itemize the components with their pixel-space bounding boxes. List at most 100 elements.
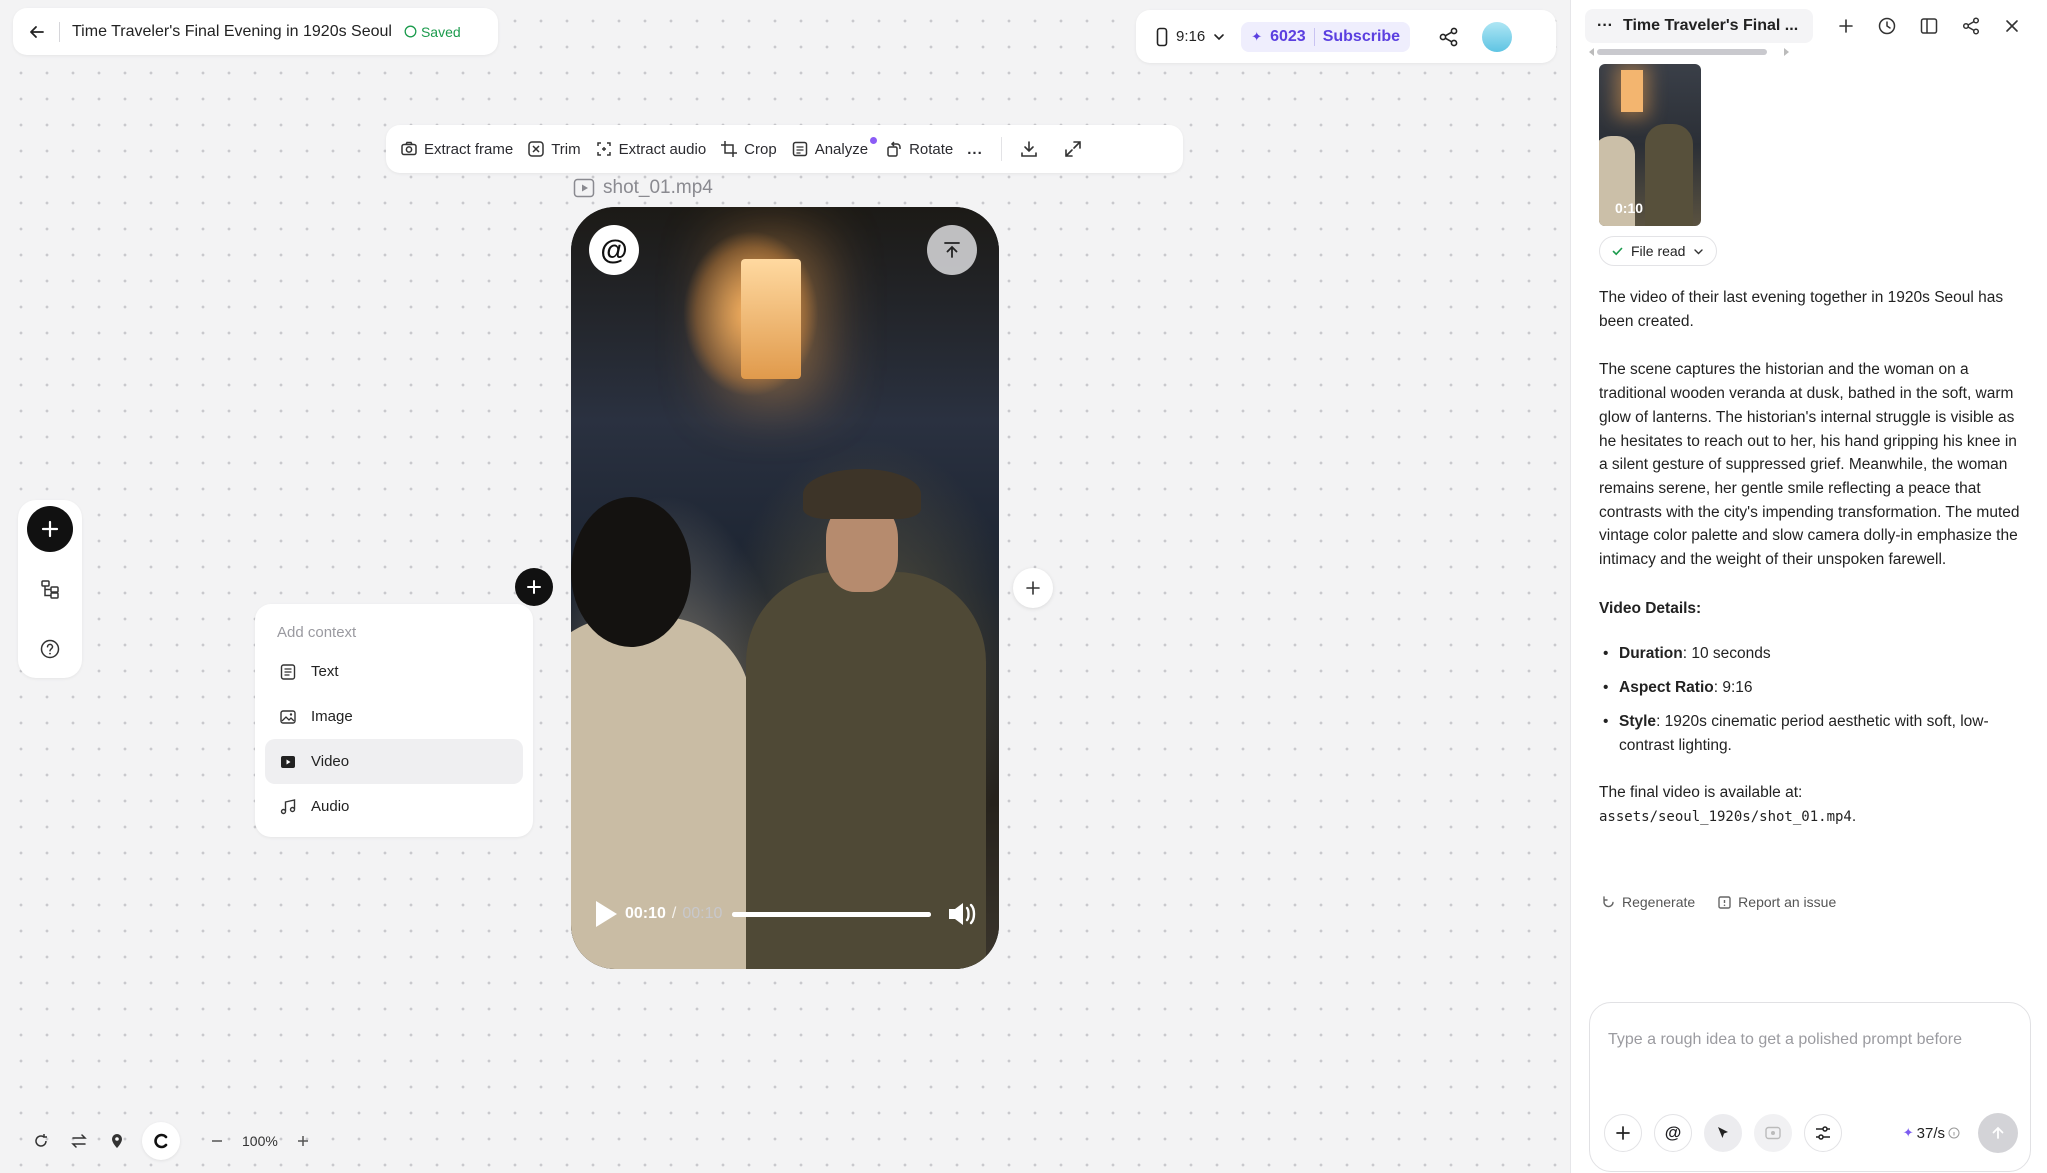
left-rail <box>18 500 82 678</box>
cursor-mode-button[interactable] <box>1704 1114 1742 1152</box>
analyze-button[interactable]: Analyze <box>791 136 881 158</box>
progress-bar[interactable] <box>732 911 931 917</box>
video-player[interactable]: @ 00:10 / 00:10 <box>571 207 999 969</box>
extract-frame-label: Extract frame <box>424 140 514 158</box>
settings-sliders-button[interactable] <box>1804 1114 1842 1152</box>
reset-view-icon[interactable] <box>28 1128 54 1154</box>
message-intro: The video of their last evening together… <box>1599 289 2004 330</box>
context-item-label: Audio <box>311 798 350 815</box>
play-icon[interactable] <box>593 899 619 929</box>
zoom-in-icon[interactable] <box>290 1128 316 1154</box>
cursor-icon <box>1718 1127 1728 1138</box>
crop-button[interactable]: Crop <box>720 140 777 158</box>
sidebar-toggle-icon[interactable] <box>1919 16 1939 36</box>
chat-panel: ··· Time Traveler's Final ... 0:10 File … <box>1570 0 2047 1173</box>
final-path[interactable]: assets/seoul_1920s/shot_01.mp4 <box>1599 809 1852 825</box>
share-icon[interactable] <box>1438 26 1460 48</box>
detail-label: Duration <box>1619 645 1683 663</box>
extract-audio-icon <box>596 142 611 156</box>
regenerate-label: Regenerate <box>1622 894 1696 910</box>
thumbnail-lantern <box>1621 70 1643 112</box>
share-icon[interactable] <box>1961 16 1981 36</box>
more-label: ... <box>967 140 983 158</box>
send-button[interactable] <box>1978 1113 2018 1153</box>
zoom-level: 100% <box>242 1133 278 1149</box>
zoom-out-icon[interactable] <box>204 1128 230 1154</box>
credits-count: 6023 <box>1270 27 1306 45</box>
swap-icon[interactable] <box>66 1128 92 1154</box>
extract-frame-button[interactable]: Extract frame <box>400 140 513 158</box>
divider <box>1313 27 1315 46</box>
aspect-ratio-value: 9:16 <box>1176 28 1206 45</box>
report-issue-label: Report an issue <box>1738 894 1837 910</box>
upload-button[interactable] <box>927 225 977 275</box>
context-item-audio[interactable]: Audio <box>265 784 523 829</box>
regenerate-button[interactable]: Regenerate <box>1601 894 1695 910</box>
video-icon <box>281 755 295 768</box>
volume-icon[interactable] <box>947 900 977 928</box>
avatar[interactable] <box>1482 21 1513 52</box>
project-title[interactable]: Time Traveler's Final Evening in 1920s S… <box>72 23 392 41</box>
flag-icon <box>1718 895 1731 909</box>
detail-label: Style <box>1619 712 1657 730</box>
attach-plus-button[interactable] <box>1604 1114 1642 1152</box>
download-icon[interactable] <box>1020 140 1038 158</box>
sliders-icon <box>1816 1126 1830 1140</box>
top-right-controls: 9:16 ✦ 6023 Subscribe <box>1136 10 1556 63</box>
plus-icon <box>527 580 541 594</box>
filename-label: shot_01.mp4 <box>603 177 713 198</box>
mention-button[interactable]: @ <box>589 225 639 275</box>
video-controls: 00:10 / 00:10 <box>593 899 977 929</box>
new-chat-icon[interactable] <box>1837 17 1855 35</box>
extract-audio-button[interactable]: Extract audio <box>595 140 707 158</box>
conversation-tab[interactable]: ··· Time Traveler's Final ... <box>1585 9 1813 43</box>
history-icon[interactable] <box>1877 16 1897 36</box>
scroll-left-icon <box>1589 48 1594 56</box>
more-dots-icon[interactable]: ··· <box>1597 17 1613 35</box>
context-item-label: Image <box>311 708 353 725</box>
horizontal-scrollbar[interactable] <box>1589 48 1789 56</box>
scrollbar-thumb[interactable] <box>1597 49 1767 55</box>
rotate-button[interactable]: Rotate <box>885 140 953 158</box>
location-pin-icon[interactable] <box>104 1128 130 1154</box>
file-read-label: File read <box>1631 243 1686 259</box>
total-duration: 00:10 <box>682 905 723 922</box>
new-badge-dot <box>870 136 878 144</box>
extract-audio-label: Extract audio <box>618 140 707 158</box>
woman-hair <box>571 497 691 647</box>
current-time: 00:10 <box>625 905 666 922</box>
analyze-label: Analyze <box>814 140 869 158</box>
man-hat <box>803 469 921 519</box>
credits-subscribe[interactable]: ✦ 6023 Subscribe <box>1241 21 1411 52</box>
subscribe-button[interactable]: Subscribe <box>1323 28 1400 46</box>
video-thumbnail[interactable]: 0:10 <box>1599 64 1701 226</box>
composer-toolbar: @ ✦ 37/s <box>1604 1113 2018 1153</box>
snap-icon[interactable] <box>142 1122 180 1160</box>
crop-icon <box>721 141 738 157</box>
layers-tree-icon[interactable] <box>27 566 73 612</box>
detail-value: : 1920s cinematic period aesthetic with … <box>1619 712 1989 754</box>
plus-icon <box>1616 1126 1630 1140</box>
trim-button[interactable]: Trim <box>527 140 581 158</box>
context-item-text[interactable]: Text <box>265 649 523 694</box>
back-arrow-icon[interactable] <box>27 22 47 42</box>
panel-actions <box>1837 16 2021 36</box>
aspect-ratio-select[interactable]: 9:16 <box>1150 27 1231 47</box>
file-read-toggle[interactable]: File read <box>1599 236 1718 266</box>
prompt-input[interactable]: Type a rough idea to get a polished prom… <box>1608 1031 1962 1049</box>
close-icon[interactable] <box>2003 17 2021 35</box>
more-options-button[interactable]: ... <box>967 141 983 158</box>
divider <box>1000 137 1002 161</box>
context-item-video[interactable]: Video <box>265 739 523 784</box>
add-node-button-right[interactable] <box>1013 568 1053 608</box>
context-item-label: Video <box>311 753 350 770</box>
context-item-image[interactable]: Image <box>265 694 523 739</box>
fullscreen-icon[interactable] <box>1064 140 1082 158</box>
mention-button[interactable]: @ <box>1654 1114 1692 1152</box>
add-button[interactable] <box>27 506 73 552</box>
help-icon[interactable] <box>27 626 73 672</box>
report-issue-button[interactable]: Report an issue <box>1717 894 1836 910</box>
final-video-path: The final video is available at: assets/… <box>1599 781 2029 829</box>
assistant-message: The video of their last evening together… <box>1599 286 2029 855</box>
add-node-button-left[interactable] <box>515 568 553 606</box>
